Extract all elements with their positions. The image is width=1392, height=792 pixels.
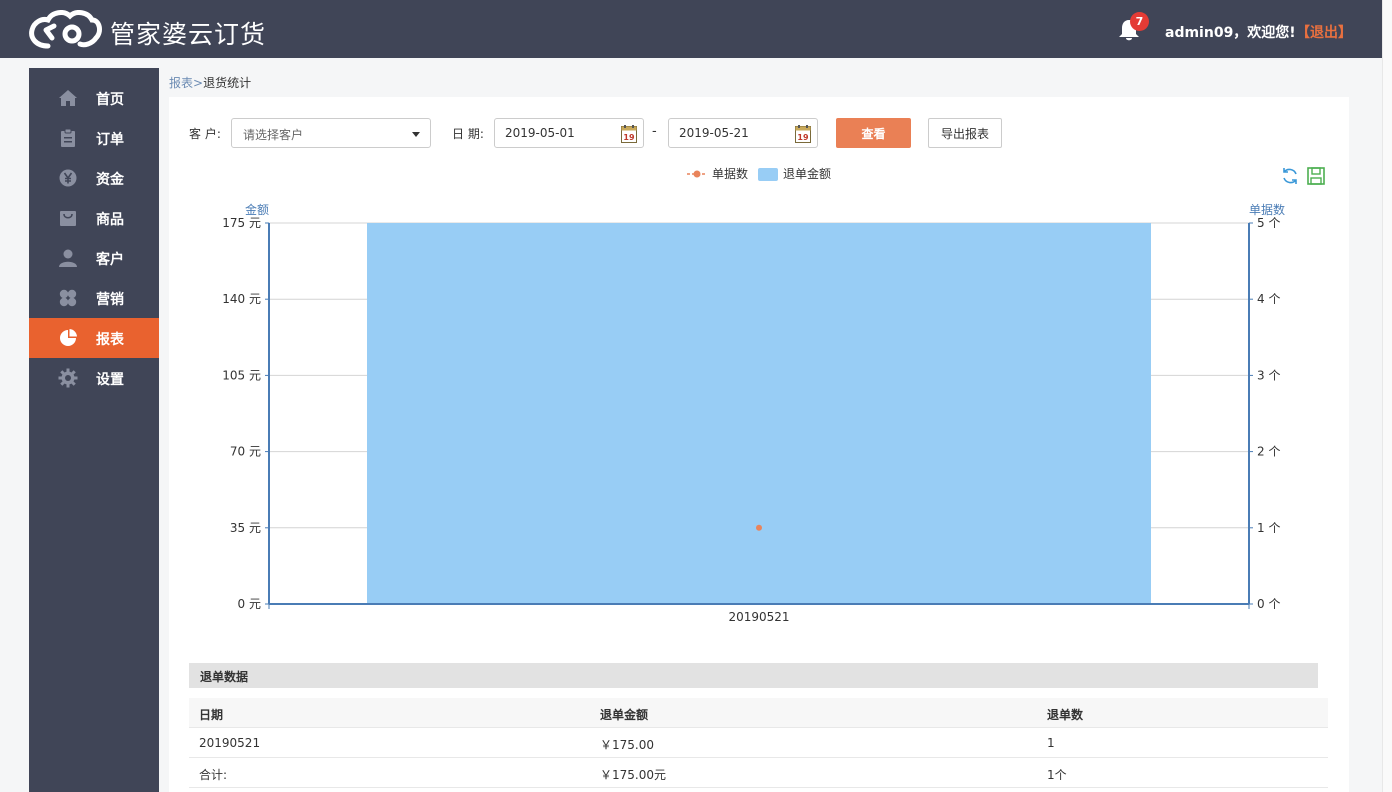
sidebar-item-customers[interactable]: 客户 [29,238,159,278]
table-total-row: 合计: ￥175.00元 1个 [189,758,1328,788]
y-left-tick-label: 70 元 [230,445,261,459]
date-from-value: 2019-05-01 [505,126,575,140]
clover-icon [59,289,77,307]
point-doc-count [756,524,762,531]
bag-icon [60,211,76,226]
top-header: 管家婆云订货 7 admin09，欢迎您! 【退出】 [0,0,1382,58]
cell-date: 20190521 [199,736,261,750]
home-icon [59,90,77,106]
calendar-icon[interactable]: 19 [795,125,811,143]
total-count: 1个 [1047,768,1067,782]
date-to-input[interactable]: 2019-05-21 19 [668,118,818,148]
bar-return-amount [367,223,1151,604]
x-tick-label: 20190521 [728,610,789,624]
sidebar-item-label: 订单 [96,132,124,148]
yen-icon [59,169,77,187]
notification-badge[interactable]: 7 [1130,12,1149,31]
sidebar-item-label: 首页 [96,92,124,108]
refresh-icon[interactable] [1283,168,1297,184]
save-image-icon[interactable] [1307,167,1325,185]
breadcrumb: 报表>退货统计 [169,74,251,91]
table-row: 20190521 ￥175.00 1 [189,728,1328,758]
user-greeting: admin09，欢迎您! [1165,25,1296,41]
customer-select-placeholder: 请选择客户 [243,128,304,142]
sidebar-item-reports[interactable]: 报表 [29,318,159,358]
gear-icon [58,368,78,388]
y-right-tick-label: 0 个 [1257,597,1280,611]
breadcrumb-parent-link[interactable]: 报表 [169,76,193,90]
y-left-tick-label: 140 元 [222,292,261,306]
table-header: 日期 退单金额 退单数 [189,698,1328,728]
date-to-value: 2019-05-21 [679,126,749,140]
sidebar-item-label: 报表 [96,332,124,348]
y-right-tick-label: 4 个 [1257,292,1280,306]
y-right-tick-label: 5 个 [1257,216,1280,230]
date-from-input[interactable]: 2019-05-01 19 [494,118,644,148]
column-header-date: 日期 [199,708,224,722]
legend-label-doc-count: 单据数 [712,166,748,181]
y-left-tick-label: 175 元 [222,216,261,230]
sidebar-item-orders[interactable]: 订单 [29,118,159,158]
sidebar-item-home[interactable]: 首页 [29,78,159,118]
sidebar-item-label: 商品 [96,212,124,228]
chevron-down-icon [412,132,420,137]
total-label: 合计: [199,768,228,782]
sidebar-item-marketing[interactable]: 营销 [29,278,159,318]
column-header-count: 退单数 [1047,708,1084,722]
pie-chart-icon [60,329,77,346]
y-left-tick-label: 35 元 [230,521,261,535]
svg-text:19: 19 [797,133,809,142]
legend-bar-symbol [758,168,778,181]
clipboard-icon [61,128,75,147]
sidebar-item-products[interactable]: 商品 [29,198,159,238]
y-right-tick-label: 3 个 [1257,368,1280,382]
date-label: 日 期: [452,127,484,141]
y-right-axis-title: 单据数 [1249,202,1285,217]
breadcrumb-current: 退货统计 [203,76,252,90]
total-amount: ￥175.00元 [600,768,666,782]
breadcrumb-separator: > [193,76,204,90]
page-scrollbar[interactable] [1382,0,1392,792]
logout-link[interactable]: 【退出】 [1296,22,1352,42]
view-button[interactable]: 查看 [836,118,911,148]
calendar-icon[interactable]: 19 [621,125,637,143]
sidebar-item-label: 营销 [96,292,124,308]
customer-label: 客 户: [189,127,221,141]
sidebar: 首页 订单 资金 商品 客户 营销 报表 设置 [29,68,159,792]
sidebar-item-label: 客户 [96,252,124,268]
section-title-bar: 退单数据 [189,663,1318,688]
date-range-separator: - [652,124,657,139]
user-icon [59,249,77,267]
column-header-amount: 退单金额 [600,708,649,722]
section-title: 退单数据 [200,670,249,684]
export-report-button[interactable]: 导出报表 [928,118,1002,148]
sidebar-item-settings[interactable]: 设置 [29,358,159,398]
customer-select[interactable]: 请选择客户 [231,118,431,148]
y-left-axis-title: 金额 [245,202,269,217]
brand-title: 管家婆云订货 [110,20,267,49]
cell-amount: ￥175.00 [600,738,654,752]
sidebar-item-label: 资金 [96,172,124,188]
y-right-tick-label: 1 个 [1257,521,1280,535]
cloud-logo-icon [29,10,102,49]
return-stats-chart: 0 元 0 个 35 元 1 个 70 元 2 个 105 元 3 个 140 元 4 个 175 … [222,166,1325,624]
legend-label-return-amount: 退单金额 [783,166,831,181]
y-left-tick-label: 0 元 [238,597,261,611]
svg-text:19: 19 [623,133,635,142]
sidebar-item-funds[interactable]: 资金 [29,158,159,198]
y-right-tick-label: 2 个 [1257,445,1280,459]
y-left-tick-label: 105 元 [222,368,261,382]
sidebar-item-label: 设置 [96,372,124,388]
cell-count: 1 [1047,736,1055,750]
legend-line-marker [693,170,701,178]
